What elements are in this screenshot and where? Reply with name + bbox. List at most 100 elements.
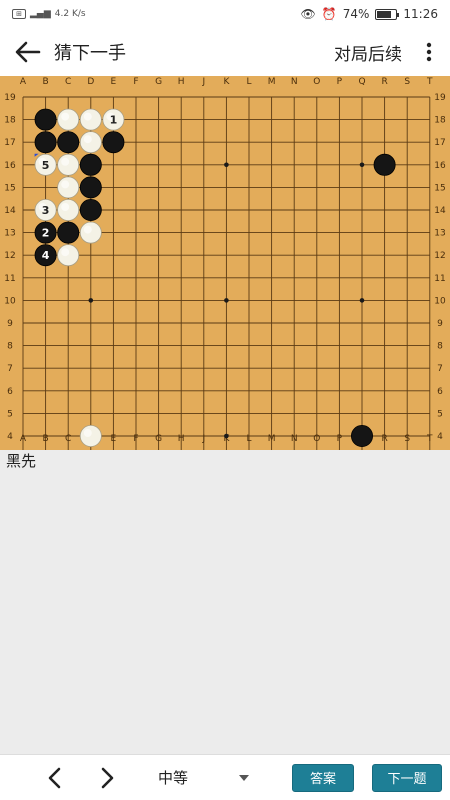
next-question-button[interactable]: 下一题: [372, 763, 443, 792]
star-point: [359, 298, 365, 303]
column-label: E: [111, 77, 117, 87]
star-point: [224, 298, 229, 303]
row-label: 18: [434, 116, 446, 126]
white-stone[interactable]: [57, 108, 80, 131]
back-arrow-icon[interactable]: [6, 28, 50, 76]
column-label: Q: [358, 77, 365, 87]
battery-percent: 74%: [342, 7, 370, 21]
status-left: ⊞ ▂▄▆ 4.2 K/s: [12, 9, 86, 19]
previous-button[interactable]: [34, 758, 74, 798]
row-label: 5: [7, 409, 13, 419]
column-label: G: [155, 434, 162, 444]
alarm-icon: ⏰: [321, 7, 337, 21]
battery-fill: [377, 10, 392, 18]
column-label: H: [178, 77, 185, 87]
white-stone[interactable]: [79, 424, 102, 447]
black-stone[interactable]: [373, 153, 396, 176]
column-label: B: [43, 77, 49, 87]
black-stone[interactable]: [34, 131, 57, 154]
black-stone[interactable]: [79, 199, 102, 222]
row-label: 4: [437, 432, 443, 442]
go-board-svg[interactable]: AABBCCDDEEFFGGHHJJKKLLMMNNOOPPQQRRSSTT19…: [0, 76, 450, 450]
row-label: 8: [7, 342, 13, 352]
stone-highlight: [61, 180, 70, 189]
star-point: [88, 298, 94, 303]
row-label: 9: [7, 319, 13, 329]
column-label: T: [426, 434, 433, 444]
column-label: S: [404, 77, 410, 87]
black-stone[interactable]: [34, 108, 57, 131]
white-stone[interactable]: [57, 153, 80, 176]
row-label: 7: [437, 364, 443, 374]
move-number: 5: [42, 159, 50, 172]
battery-icon: [375, 8, 400, 20]
more-vert-icon[interactable]: [416, 28, 442, 76]
row-label: 15: [4, 183, 15, 193]
row-label: 10: [4, 296, 16, 306]
row-label: 12: [4, 251, 15, 261]
star-point: [224, 433, 229, 439]
stone-highlight: [61, 112, 70, 121]
status-bar: ⊞ ▂▄▆ 4.2 K/s 👁 ⏰ 74% 11:26: [0, 0, 450, 28]
white-stone[interactable]: [79, 221, 102, 244]
row-label: 13: [434, 229, 445, 239]
black-stone[interactable]: [79, 153, 102, 176]
white-stone[interactable]: [79, 131, 102, 154]
next-button[interactable]: [88, 758, 128, 798]
white-stone[interactable]: [57, 199, 80, 222]
move-number: 1: [110, 114, 118, 127]
column-label: F: [133, 434, 138, 444]
column-label: A: [20, 77, 27, 87]
row-label: 9: [437, 319, 443, 329]
column-label: L: [246, 434, 251, 444]
column-label: P: [337, 77, 343, 87]
row-label: 8: [437, 342, 443, 352]
column-label: B: [43, 434, 49, 444]
column-label: T: [426, 77, 433, 87]
row-label: 17: [434, 138, 445, 148]
move-number: 4: [42, 249, 50, 262]
column-label: N: [291, 77, 298, 87]
row-label: 14: [434, 206, 446, 216]
black-stone[interactable]: [79, 176, 102, 199]
row-label: 14: [4, 206, 16, 216]
answer-button[interactable]: 答案: [292, 763, 355, 792]
page-title: 猜下一手: [54, 43, 126, 64]
row-label: 19: [434, 93, 446, 103]
white-stone[interactable]: [79, 108, 102, 131]
game-continuation-button[interactable]: 对局后续: [334, 40, 402, 65]
black-stone[interactable]: [102, 131, 125, 154]
stone-highlight: [61, 157, 70, 166]
top-app-bar: 猜下一手 对局后续: [0, 28, 450, 76]
row-label: 5: [437, 409, 443, 419]
status-right: 👁 ⏰ 74% 11:26: [301, 7, 438, 21]
white-stone[interactable]: [57, 244, 80, 267]
column-label: C: [65, 434, 71, 444]
stone-highlight: [83, 429, 92, 437]
column-label: A: [20, 434, 27, 444]
column-label: D: [87, 77, 94, 87]
white-stone[interactable]: [57, 176, 80, 199]
dropdown-arrow-icon[interactable]: [236, 774, 252, 781]
column-label: F: [133, 77, 138, 87]
column-label: R: [381, 77, 387, 87]
stone-highlight: [83, 225, 92, 234]
row-label: 4: [7, 432, 13, 442]
column-label: S: [404, 434, 410, 444]
difficulty-select[interactable]: 中等: [158, 767, 188, 788]
column-label: J: [201, 77, 205, 87]
column-label: N: [291, 434, 298, 444]
black-stone[interactable]: [57, 221, 80, 244]
black-stone[interactable]: [350, 424, 373, 447]
black-stone[interactable]: [57, 131, 80, 154]
stone-highlight: [61, 248, 70, 257]
row-label: 16: [4, 161, 16, 171]
star-point: [359, 162, 365, 168]
go-board[interactable]: AABBCCDDEEFFGGHHJJKKLLMMNNOOPPQQRRSSTT19…: [0, 76, 450, 450]
move-number: 3: [42, 204, 50, 217]
side-to-play: 黑先: [6, 452, 37, 470]
column-label: M: [268, 434, 276, 444]
bottom-toolbar: 中等 答案 下一题: [0, 754, 450, 800]
move-number: 2: [42, 227, 50, 240]
column-label: O: [313, 434, 320, 444]
